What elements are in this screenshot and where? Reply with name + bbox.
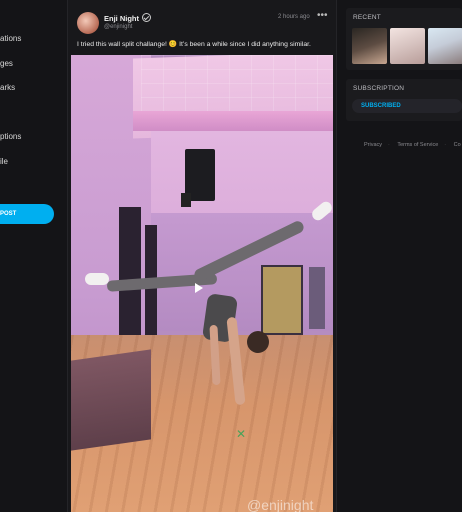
author-name: Enji Night [104,14,139,23]
avatar[interactable] [77,12,99,34]
recent-panel: RECENT [346,8,462,70]
media-wall-base [71,349,151,451]
play-icon[interactable] [195,283,203,293]
floor-mark-icon: ✕ [236,427,247,441]
footer-privacy[interactable]: Privacy [364,142,382,148]
recent-thumb-3[interactable] [428,28,462,64]
sidebar-item-bookmarks[interactable]: arks [0,83,15,92]
recent-thumb-2[interactable] [390,28,425,64]
media-speaker [181,149,215,207]
subscribed-label: SUBSCRIBED [361,102,401,109]
post-media[interactable]: ✕ @enjinight [71,55,333,512]
media-mirror [151,213,333,331]
post-time[interactable]: 2 hours ago [278,14,310,20]
footer-separator: · [444,142,447,148]
post-caption: I tried this wall split challange! 😊 It’… [77,41,311,48]
recent-title: RECENT [353,14,381,21]
more-options-icon[interactable]: ••• [317,10,328,21]
subscribed-button[interactable]: SUBSCRIBED [352,99,462,113]
media-beam [133,111,333,131]
media-watermark: @enjinight [247,497,314,512]
sidebar-item-subscriptions[interactable]: ptions [0,132,21,141]
post-author[interactable]: Enji Night [104,13,151,23]
footer-links: Privacy · Terms of Service · Co [364,142,462,148]
media-door-right [261,265,303,335]
footer-separator: · [388,142,390,148]
footer-terms[interactable]: Terms of Service [397,142,438,148]
sidebar-item-profile[interactable]: ile [0,157,8,166]
verified-icon [142,13,151,22]
recent-thumb-1[interactable] [352,28,387,64]
person-head [247,331,269,353]
person-foot-left [85,273,109,285]
post-card: Enji Night @enjinight 2 hours ago ••• I … [67,0,337,512]
subscription-title: SUBSCRIPTION [353,85,405,92]
post-handle[interactable]: @enjinight [104,24,132,30]
sidebar-item-notifications[interactable]: ations [0,34,21,43]
sidebar-item-messages[interactable]: ges [0,59,13,68]
new-post-button[interactable]: POST [0,204,54,224]
new-post-label: POST [0,211,17,217]
left-sidebar: ations ges arks ptions ile POST [0,0,66,512]
media-door-right-2 [309,267,325,329]
footer-more[interactable]: Co [454,142,461,148]
